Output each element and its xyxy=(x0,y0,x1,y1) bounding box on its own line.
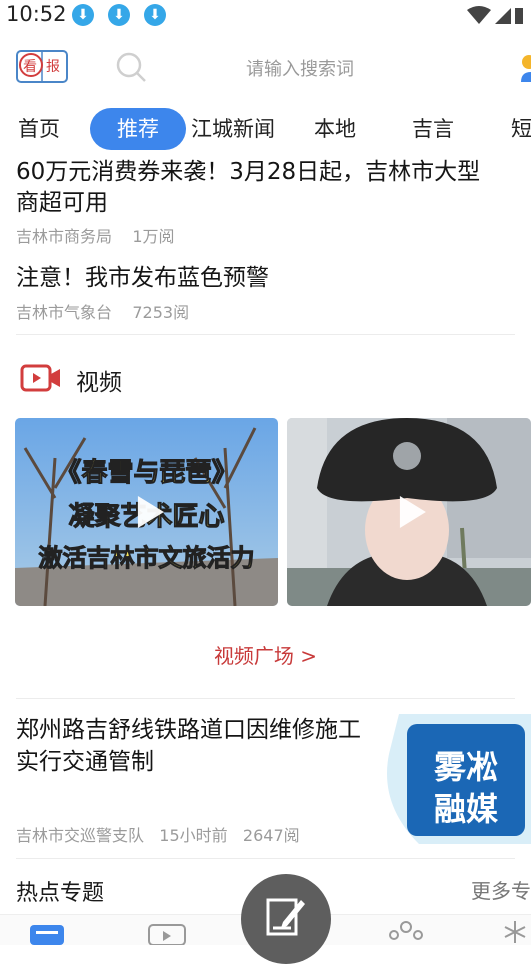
tab-local[interactable]: 本地 xyxy=(314,108,356,150)
tab-recommend[interactable]: 推荐 xyxy=(90,108,186,150)
hot-topics-title: 热点专题 xyxy=(16,881,105,906)
video-section-title: 视频 xyxy=(76,370,122,396)
community-icon[interactable] xyxy=(384,919,428,943)
video-tab-icon[interactable] xyxy=(148,921,186,945)
hot-topics-more-link[interactable]: 更多专 xyxy=(471,875,531,904)
news-views: 7253阅 xyxy=(132,303,190,322)
download-icon: ⬇ xyxy=(144,4,166,26)
snowflake-icon[interactable] xyxy=(500,919,531,943)
news-meta: 吉林市气象台 7253阅 xyxy=(16,299,189,323)
download-icon: ⬇ xyxy=(72,4,94,26)
thumb-text-line: 雾凇 xyxy=(433,748,498,786)
video-thumbnail[interactable] xyxy=(287,418,531,606)
download-icon: ⬇ xyxy=(108,4,130,26)
video-plaza-link[interactable]: 视频广场 > xyxy=(0,640,531,669)
play-icon[interactable] xyxy=(399,496,426,528)
logo-text-2: 报 xyxy=(46,59,60,75)
news-title-line: 商超可用 xyxy=(16,190,108,216)
category-tabs: 首页 推荐 江城新闻 本地 吉言 短 xyxy=(0,108,531,152)
thumb-text-line: 融媒 xyxy=(433,790,498,828)
tab-short[interactable]: 短 xyxy=(511,108,531,150)
video-thumbnail[interactable]: 《春雪与琵琶》 凝聚艺术匠心 激活吉林市文旅活力 xyxy=(15,418,278,606)
weather-icon[interactable] xyxy=(517,52,531,84)
app-header: 看 报 请输入搜索词 xyxy=(0,34,531,98)
thumb-text-line: 激活吉林市文旅活力 xyxy=(38,544,255,573)
home-news-icon[interactable] xyxy=(30,921,64,945)
news-title: 注意！我市发布蓝色预警 xyxy=(16,265,269,291)
divider xyxy=(16,698,515,699)
play-icon[interactable] xyxy=(137,496,164,528)
news-views: 2647阅 xyxy=(242,826,300,845)
tab-jiyan[interactable]: 吉言 xyxy=(412,108,454,150)
news-title-line: 60万元消费券来袭！3月28日起，吉林市大型 xyxy=(16,159,481,185)
status-bar: 10:52 ⬇ ⬇ ⬇ xyxy=(0,0,531,30)
logo-text-1: 看 xyxy=(23,59,37,75)
edit-icon xyxy=(266,898,305,936)
video-camera-icon xyxy=(20,364,60,392)
search-icon[interactable] xyxy=(114,50,148,84)
divider xyxy=(16,334,515,335)
search-input[interactable]: 请输入搜索词 xyxy=(246,55,354,81)
app-logo[interactable]: 看 报 xyxy=(16,48,68,84)
news-title: 郑州路吉舒线铁路道口因维修施工实行交通管制 xyxy=(16,717,361,775)
news-meta: 吉林市交巡警支队 15小时前 2647阅 xyxy=(16,822,300,846)
status-time: 10:52 xyxy=(6,2,67,26)
divider xyxy=(16,858,515,859)
signal-icon xyxy=(467,6,523,24)
tab-city-news[interactable]: 江城新闻 xyxy=(191,108,275,150)
news-source: 吉林市商务局 xyxy=(16,227,113,246)
publish-button[interactable] xyxy=(241,874,331,964)
tab-home[interactable]: 首页 xyxy=(18,108,60,150)
news-thumbnail: 雾凇 融媒 xyxy=(379,714,531,844)
thumb-text-line: 《春雪与琵琶》 xyxy=(55,458,238,489)
news-source: 吉林市气象台 xyxy=(16,303,113,322)
news-views: 1万阅 xyxy=(132,227,175,246)
news-meta: 吉林市商务局 1万阅 xyxy=(16,223,175,247)
news-time: 15小时前 xyxy=(159,826,228,845)
news-source: 吉林市交巡警支队 xyxy=(16,826,145,845)
